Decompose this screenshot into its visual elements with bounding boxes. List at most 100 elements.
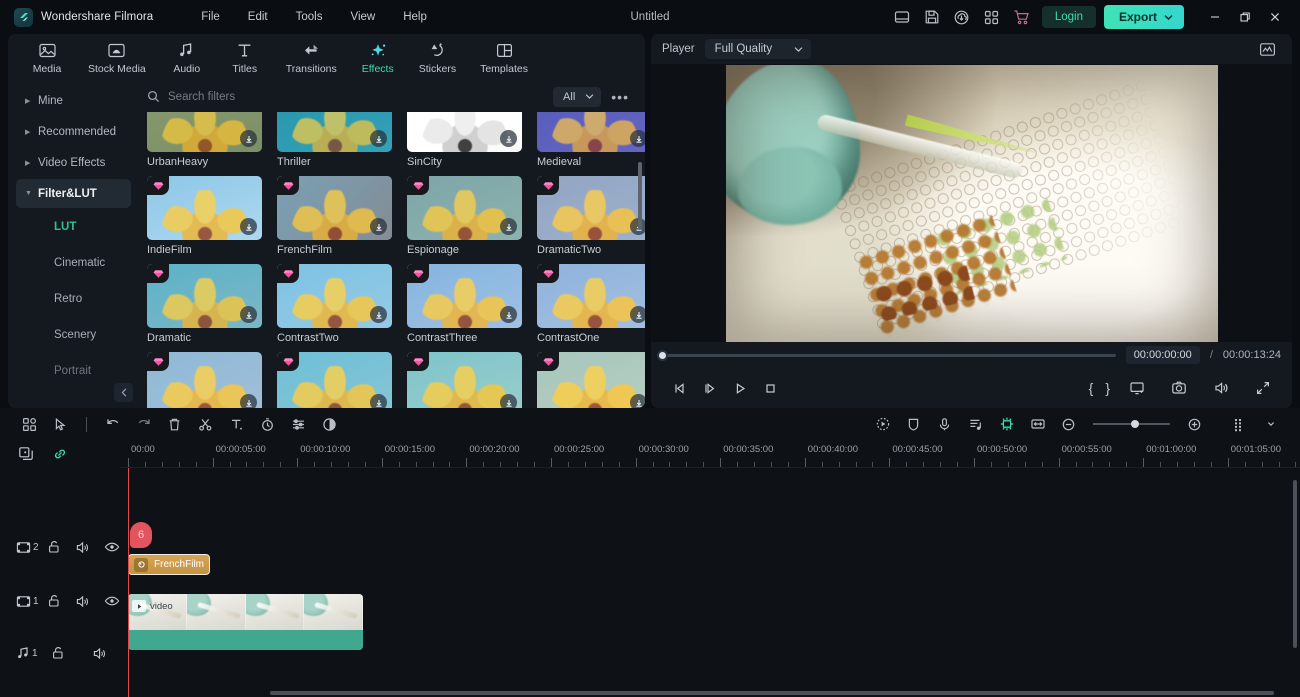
next-frame-icon[interactable]	[695, 375, 725, 401]
lock-icon[interactable]	[47, 594, 61, 608]
download-icon[interactable]	[500, 394, 517, 408]
search-input[interactable]	[168, 91, 545, 103]
download-icon[interactable]	[370, 218, 387, 235]
select-cursor-icon[interactable]	[45, 411, 76, 437]
effect-card[interactable]	[537, 352, 645, 408]
effect-card[interactable]: FrenchFilm	[277, 176, 392, 256]
download-icon[interactable]	[630, 130, 645, 147]
link-chain-icon[interactable]	[52, 446, 68, 462]
subcategory-retro[interactable]: Retro	[16, 282, 131, 316]
render-dropdown-caret[interactable]	[1255, 411, 1286, 437]
category-filter-lut[interactable]: ▼ Filter&LUT	[16, 179, 131, 208]
subcategory-portrait[interactable]: Portrait	[16, 354, 131, 388]
crop-icon[interactable]	[1022, 411, 1053, 437]
effect-card[interactable]: Thriller	[277, 112, 392, 168]
download-icon[interactable]	[240, 394, 257, 408]
download-icon[interactable]	[500, 306, 517, 323]
collapse-sidebar-button[interactable]	[114, 383, 133, 402]
effect-card[interactable]: ContrastTwo	[277, 264, 392, 344]
more-options-button[interactable]: •••	[609, 89, 631, 105]
cart-icon[interactable]	[1008, 4, 1036, 30]
audio-mixer-icon[interactable]	[960, 411, 991, 437]
layout-grid-icon[interactable]	[14, 411, 45, 437]
menu-item-help[interactable]: Help	[389, 7, 441, 27]
menu-item-edit[interactable]: Edit	[234, 7, 282, 27]
zoom-out-icon[interactable]	[1053, 411, 1084, 437]
eye-visible-icon[interactable]	[104, 594, 120, 608]
effects-scrollbar-thumb[interactable]	[638, 162, 642, 230]
login-button[interactable]: Login	[1042, 6, 1096, 28]
category-recommended[interactable]: ▶ Recommended	[16, 117, 131, 146]
effect-card[interactable]: Espionage	[407, 176, 522, 256]
lock-icon[interactable]	[47, 540, 61, 554]
effect-card[interactable]	[407, 352, 522, 408]
download-icon[interactable]	[240, 218, 257, 235]
effect-card[interactable]: ContrastOne	[537, 264, 645, 344]
zoom-in-icon[interactable]	[1179, 411, 1210, 437]
minimize-button[interactable]	[1200, 2, 1230, 32]
speed-timer-icon[interactable]	[252, 411, 283, 437]
download-icon[interactable]	[370, 130, 387, 147]
render-preview-icon[interactable]	[1224, 411, 1255, 437]
apps-grid-icon[interactable]	[978, 4, 1006, 30]
download-icon[interactable]	[240, 130, 257, 147]
effect-card[interactable]: DramaticTwo	[537, 176, 645, 256]
download-icon[interactable]	[500, 130, 517, 147]
download-icon[interactable]	[240, 306, 257, 323]
effect-card[interactable]: ContrastThree	[407, 264, 522, 344]
save-icon[interactable]	[918, 4, 946, 30]
effect-card[interactable]: IndieFilm	[147, 176, 262, 256]
zoom-slider-track[interactable]	[1093, 423, 1170, 425]
menu-item-view[interactable]: View	[336, 7, 389, 27]
timeline-zoom-slider[interactable]	[1088, 423, 1175, 425]
quality-dropdown[interactable]: Full Quality	[705, 39, 812, 59]
mute-icon[interactable]	[92, 646, 119, 661]
add-track-icon[interactable]	[18, 446, 34, 462]
eye-visible-icon[interactable]	[104, 540, 120, 554]
tab-audio[interactable]: Audio	[158, 38, 216, 78]
cloud-upload-icon[interactable]	[948, 4, 976, 30]
mask-shield-icon[interactable]	[898, 411, 929, 437]
stop-icon[interactable]	[755, 375, 785, 401]
auto-reframe-icon[interactable]	[867, 411, 898, 437]
prev-frame-icon[interactable]	[665, 375, 695, 401]
timeline-marker[interactable]: 6	[130, 522, 152, 548]
split-scissors-icon[interactable]	[190, 411, 221, 437]
category-mine[interactable]: ▶ Mine	[16, 86, 131, 115]
zoom-slider-handle[interactable]	[1131, 420, 1139, 428]
green-screen-icon[interactable]	[991, 411, 1022, 437]
tab-transitions[interactable]: Transitions	[274, 38, 349, 78]
subcategory-lut[interactable]: LUT	[16, 210, 131, 244]
effect-card[interactable]: UrbanHeavy	[147, 112, 262, 168]
clip-effect-frenchfilm[interactable]: FrenchFilm	[128, 554, 210, 575]
download-icon[interactable]	[630, 394, 645, 408]
effect-card[interactable]: Dramatic	[147, 264, 262, 344]
screen-recorder-icon[interactable]	[888, 4, 916, 30]
timeline-hscrollbar[interactable]	[270, 691, 1274, 695]
menu-item-file[interactable]: File	[187, 7, 234, 27]
tab-media[interactable]: Media	[18, 38, 76, 78]
redo-icon[interactable]	[128, 411, 159, 437]
current-timecode[interactable]: 00:00:00:00	[1126, 346, 1200, 364]
timeline-canvas[interactable]: 00:0000:00:05:0000:00:10:0000:00:15:0000…	[120, 440, 1300, 697]
clip-video-main[interactable]: video	[128, 594, 363, 650]
mute-icon[interactable]	[75, 540, 90, 555]
tab-templates[interactable]: Templates	[468, 38, 540, 78]
download-icon[interactable]	[500, 218, 517, 235]
waveform-panel-icon[interactable]	[1253, 36, 1281, 62]
mute-icon[interactable]	[75, 594, 90, 609]
add-text-icon[interactable]	[221, 411, 252, 437]
effect-card[interactable]	[277, 352, 392, 408]
tab-effects[interactable]: Effects	[349, 38, 407, 78]
restore-button[interactable]	[1230, 2, 1260, 32]
undo-icon[interactable]	[97, 411, 128, 437]
close-button[interactable]	[1260, 2, 1290, 32]
adjust-sliders-icon[interactable]	[283, 411, 314, 437]
play-icon[interactable]	[725, 375, 755, 401]
volume-icon[interactable]	[1206, 375, 1236, 401]
tab-titles[interactable]: Titles	[216, 38, 274, 78]
subcategory-scenery[interactable]: Scenery	[16, 318, 131, 352]
lock-icon[interactable]	[51, 646, 78, 660]
timeline-vscrollbar[interactable]	[1293, 480, 1297, 648]
effects-grid-scroll[interactable]: UrbanHeavyThrillerSinCityMedievalIndieFi…	[139, 112, 645, 408]
